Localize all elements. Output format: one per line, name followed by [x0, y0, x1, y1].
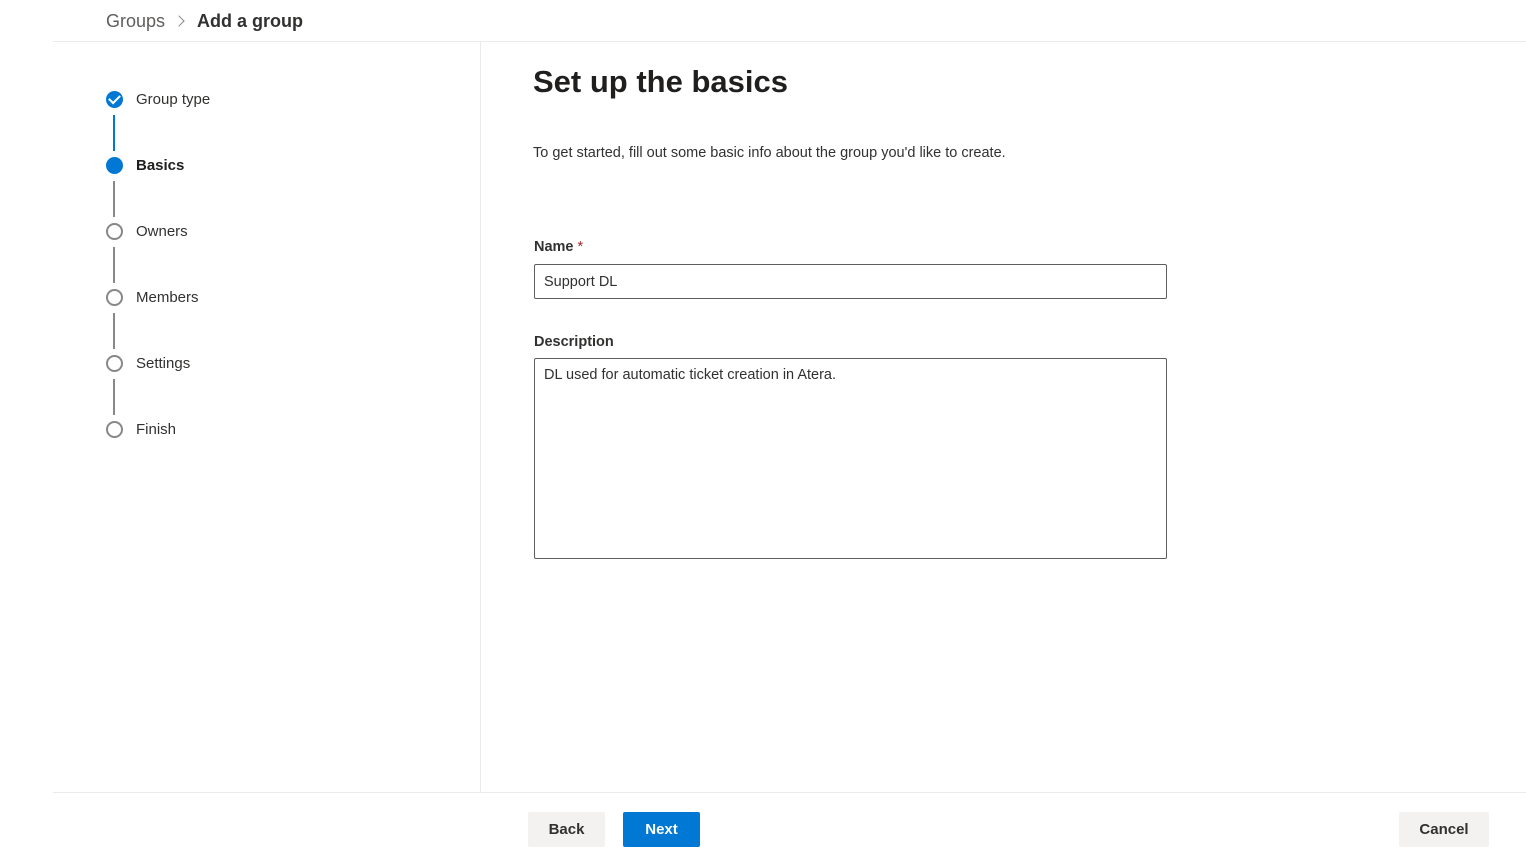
name-field-label: Name *: [534, 239, 583, 255]
header-divider: [53, 41, 1526, 42]
description-field-label: Description: [534, 334, 614, 350]
cancel-button[interactable]: Cancel: [1399, 812, 1489, 847]
step-group-type[interactable]: Group type: [106, 89, 210, 109]
empty-circle-icon: [106, 354, 123, 372]
required-marker: *: [577, 239, 584, 255]
footer-divider: [53, 792, 1526, 793]
breadcrumb-groups-link[interactable]: Groups: [106, 11, 165, 32]
step-label: Group type: [136, 90, 211, 108]
step-finish: Finish: [106, 419, 176, 439]
step-basics[interactable]: Basics: [106, 155, 184, 175]
intro-text: To get started, fill out some basic info…: [533, 145, 1006, 161]
chevron-right-icon: [173, 15, 185, 27]
name-input[interactable]: [534, 264, 1167, 299]
breadcrumb: Groups Add a group: [106, 8, 303, 34]
step-label: Finish: [136, 420, 177, 438]
step-settings: Settings: [106, 353, 190, 373]
step-label: Settings: [136, 354, 191, 372]
name-label-text: Name: [534, 239, 574, 255]
next-button[interactable]: Next: [623, 812, 700, 847]
page-title: Set up the basics: [533, 64, 788, 99]
sidebar-divider: [480, 42, 481, 792]
step-connector: [113, 115, 115, 151]
checkmark-circle-icon: [106, 90, 123, 108]
step-label: Owners: [136, 222, 188, 240]
step-members: Members: [106, 287, 199, 307]
step-label: Basics: [136, 156, 185, 174]
step-connector: [113, 181, 115, 217]
back-button[interactable]: Back: [528, 812, 605, 847]
empty-circle-icon: [106, 222, 123, 240]
empty-circle-icon: [106, 420, 123, 438]
step-owners: Owners: [106, 221, 188, 241]
step-connector: [113, 247, 115, 283]
filled-circle-icon: [106, 156, 123, 174]
empty-circle-icon: [106, 288, 123, 306]
step-label: Members: [136, 288, 199, 306]
step-connector: [113, 313, 115, 349]
description-textarea[interactable]: DL used for automatic ticket creation in…: [534, 358, 1167, 559]
breadcrumb-current: Add a group: [197, 10, 304, 31]
step-connector: [113, 379, 115, 415]
